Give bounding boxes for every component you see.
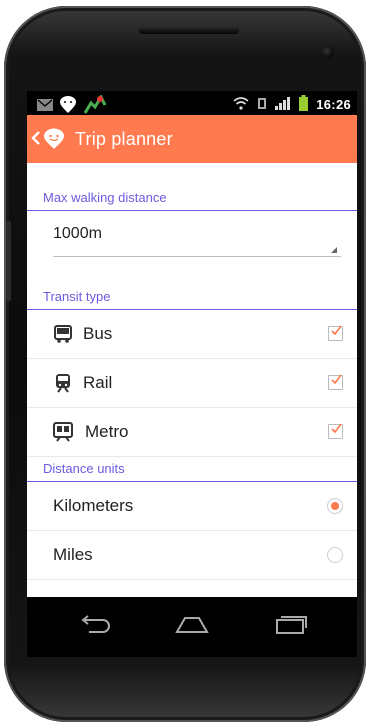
kilometers-radio[interactable] [327,498,343,514]
units-label: Miles [53,545,93,564]
app-logo-icon[interactable] [43,128,65,150]
section-header-walking: Max walking distance [27,186,357,211]
wifi-icon [233,96,249,113]
back-nav-icon[interactable] [79,615,111,640]
rail-checkbox[interactable] [328,374,343,390]
transit-label: Bus [83,324,113,343]
earpiece-speaker [139,28,239,34]
units-row-kilometers[interactable]: Kilometers [27,482,357,531]
volume-button [6,221,11,301]
action-bar: Trip planner [27,115,357,163]
transit-row-metro[interactable]: Metro [27,408,357,457]
screen: 16:26 Trip planner Max walking distance … [27,91,357,597]
battery-icon [299,95,309,114]
status-time: 16:26 [316,97,351,112]
units-label: Kilometers [53,496,134,515]
rail-icon [53,373,73,393]
back-icon[interactable] [31,130,43,148]
metro-checkbox[interactable] [328,423,343,439]
transit-label: Rail [83,373,113,392]
settings-list: Max walking distance 1000m Transit type … [27,163,357,580]
status-bar: 16:26 [27,91,357,115]
transit-label: Metro [85,422,129,441]
mail-icon [37,99,53,114]
section-header-units: Distance units [27,457,357,482]
signal-icon [275,96,291,113]
app-notification-icon [59,96,77,117]
data-icon [257,97,267,113]
section-header-transit: Transit type [27,285,357,310]
units-row-miles[interactable]: Miles [27,531,357,580]
transit-row-bus[interactable]: Bus [27,310,357,359]
bus-icon [53,324,73,344]
transit-row-rail[interactable]: Rail [27,359,357,408]
recents-nav-icon[interactable] [275,615,307,640]
miles-radio[interactable] [327,547,343,563]
page-title: Trip planner [75,128,173,149]
walking-distance-value: 1000m [53,225,102,242]
dropdown-arrow-icon [331,247,337,253]
bus-checkbox[interactable] [328,325,343,341]
walking-distance-spinner[interactable]: 1000m [43,211,341,257]
front-camera [322,46,334,58]
metro-icon [53,422,73,442]
home-nav-icon[interactable] [175,615,209,640]
navigation-bar [27,597,357,657]
